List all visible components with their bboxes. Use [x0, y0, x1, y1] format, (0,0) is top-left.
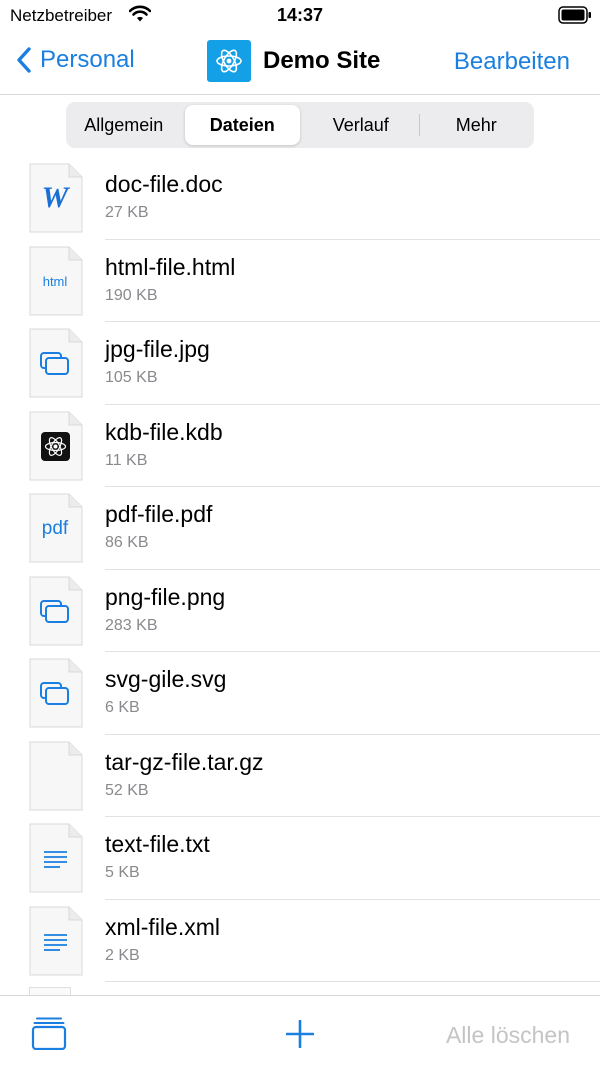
battery-icon — [558, 6, 591, 24]
site-title: Demo Site — [207, 40, 380, 82]
status-bar: Netzbetreiber 14:37 — [0, 0, 600, 32]
segmented-control: Allgemein Dateien Verlauf Mehr — [66, 102, 534, 148]
svg-text:html: html — [43, 274, 68, 289]
back-label: Personal — [40, 46, 135, 73]
site-logo-icon — [207, 40, 251, 82]
file-name: tar-gz-file.tar.gz — [105, 748, 264, 775]
list-item[interactable]: tar-gz-file.tar.gz 52 KB — [0, 735, 600, 817]
image-file-icon — [29, 328, 83, 398]
file-list: W doc-file.doc 27 KB html html-file.html… — [0, 157, 600, 982]
file-size: 105 KB — [105, 369, 158, 386]
tab-verlauf[interactable]: Verlauf — [303, 102, 419, 148]
delete-all-button[interactable]: Alle löschen — [446, 1022, 570, 1049]
image-file-icon — [29, 576, 83, 645]
file-name: html-file.html — [105, 253, 236, 280]
list-item[interactable]: jpg-file.jpg 105 KB — [0, 322, 600, 405]
file-name: text-file.txt — [105, 831, 210, 857]
file-size: 190 KB — [105, 286, 158, 304]
file-size: 6 KB — [105, 699, 140, 716]
file-name: pdf-file.pdf — [105, 501, 213, 527]
file-name: svg-gile.svg — [105, 666, 227, 692]
file-size: 27 KB — [105, 204, 149, 221]
list-item[interactable]: html html-file.html 190 KB — [0, 240, 600, 322]
navigation-bar: Personal Demo Site Bearbeiten — [0, 32, 600, 95]
clock: 14:37 — [276, 5, 324, 25]
list-item[interactable]: svg-gile.svg 6 KB — [0, 652, 600, 735]
list-item[interactable]: png-file.png 283 KB — [0, 570, 600, 652]
word-doc-icon: W — [29, 163, 83, 233]
file-name: xml-file.xml — [105, 913, 220, 940]
list-item[interactable]: text-file.txt 5 KB — [0, 817, 600, 900]
file-size: 283 KB — [105, 616, 158, 634]
file-size: 52 KB — [105, 781, 149, 799]
list-item[interactable]: pdf pdf-file.pdf 86 KB — [0, 487, 600, 570]
blank-file-icon — [29, 741, 83, 810]
list-item[interactable]: xml-file.xml 2 KB — [0, 900, 600, 982]
html-file-icon: html — [29, 246, 83, 315]
row-divider — [105, 981, 600, 982]
bottom-toolbar: Alle löschen — [0, 995, 600, 1068]
text-file-icon — [29, 906, 83, 975]
file-name: png-file.png — [105, 583, 226, 610]
file-size: 5 KB — [105, 864, 140, 881]
page-title: Demo Site — [263, 47, 381, 74]
add-icon[interactable] — [286, 1020, 314, 1048]
text-file-icon — [29, 823, 83, 893]
tab-mehr[interactable]: Mehr — [418, 102, 535, 148]
list-item[interactable]: W doc-file.doc 27 KB — [0, 157, 600, 240]
edit-button[interactable]: Bearbeiten — [454, 48, 570, 76]
file-name: kdb-file.kdb — [105, 418, 223, 445]
svg-text:pdf: pdf — [42, 518, 69, 539]
kdb-file-icon — [29, 411, 83, 480]
list-item[interactable]: kdb-file.kdb 11 KB — [0, 405, 600, 487]
stack-icon[interactable] — [31, 1016, 67, 1050]
file-name: jpg-file.jpg — [105, 336, 210, 362]
svg-text:W: W — [42, 181, 71, 214]
file-name: doc-file.doc — [105, 171, 223, 197]
file-size: 11 KB — [105, 451, 148, 469]
pdf-file-icon: pdf — [29, 493, 83, 563]
file-size: 86 KB — [105, 534, 149, 551]
image-file-icon — [29, 658, 83, 728]
chevron-left-icon — [17, 47, 31, 73]
back-button[interactable]: Personal — [16, 46, 135, 74]
tab-allgemein[interactable]: Allgemein — [66, 102, 182, 148]
tab-dateien[interactable]: Dateien — [184, 105, 300, 145]
file-size: 2 KB — [105, 946, 140, 964]
